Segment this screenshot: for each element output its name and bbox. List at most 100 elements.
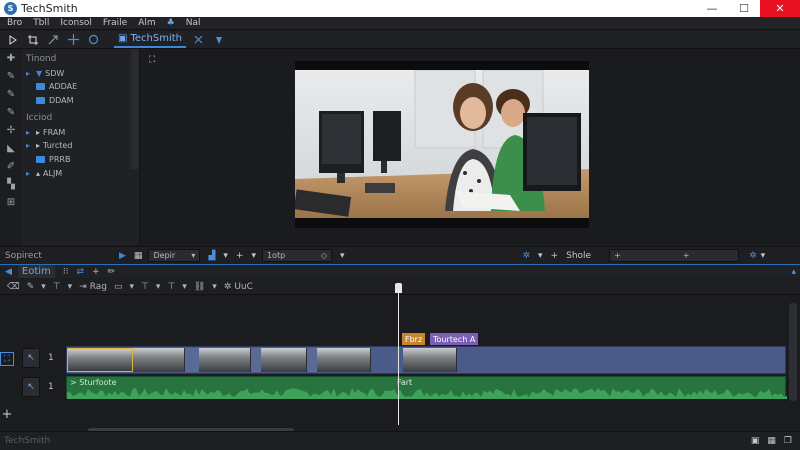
maximize-button[interactable]: ☐ bbox=[728, 0, 760, 17]
arrow-icon[interactable]: ⇥ bbox=[79, 282, 87, 292]
zoom-select[interactable]: 1otp ◇ bbox=[261, 249, 332, 262]
clip-thumbnail bbox=[133, 348, 185, 372]
expand-icon[interactable]: ▸ bbox=[26, 128, 36, 137]
expand-icon[interactable]: ▸ bbox=[26, 169, 36, 178]
chart-icon[interactable]: ▟ bbox=[208, 251, 215, 261]
dropdown-icon[interactable]: ▾ bbox=[182, 282, 187, 292]
uuc-label[interactable]: UuC bbox=[234, 282, 253, 292]
menu-extra-icon[interactable]: ♣ bbox=[167, 18, 175, 28]
dropdown-icon[interactable]: ▾ bbox=[41, 282, 46, 292]
dropdown-icon[interactable]: ▾ bbox=[156, 282, 161, 292]
pin-icon[interactable] bbox=[212, 33, 226, 47]
clip-gap bbox=[307, 348, 317, 372]
menu-item-5[interactable]: Alm bbox=[138, 18, 155, 28]
grid-icon[interactable]: ⊞ bbox=[0, 193, 22, 211]
media-scrollbar[interactable] bbox=[131, 49, 139, 169]
move-icon[interactable] bbox=[66, 33, 80, 47]
tab-techsmith[interactable]: ▣ TechSmith bbox=[114, 32, 186, 48]
pen-icon-3[interactable]: ✎ bbox=[0, 103, 22, 121]
menu-item-2[interactable]: Tbll bbox=[33, 18, 49, 28]
dropdown-icon[interactable]: ▾ bbox=[130, 282, 135, 292]
menu-item-1[interactable]: Bro bbox=[7, 18, 22, 28]
tool-icon[interactable]: ✐ bbox=[0, 157, 22, 175]
menu-item-4[interactable]: Fraile bbox=[103, 18, 127, 28]
close-button[interactable]: ✕ bbox=[760, 0, 800, 17]
animal-icon[interactable]: ◣ bbox=[0, 139, 22, 157]
dropdown-icon[interactable]: ▾ bbox=[538, 251, 543, 261]
copy-icon[interactable]: ❐ bbox=[784, 436, 792, 446]
share-label[interactable]: Shole bbox=[566, 251, 591, 261]
brush-icon[interactable]: ✏ bbox=[108, 267, 116, 277]
clip-tag[interactable]: Fbrz bbox=[402, 333, 426, 345]
fullscreen-icon[interactable]: ⛶ bbox=[149, 55, 155, 65]
add-icon[interactable]: + bbox=[236, 251, 244, 261]
marker-icon[interactable]: ⊤ bbox=[141, 282, 149, 292]
dropdown-icon[interactable]: ▾ bbox=[340, 251, 345, 261]
dropdown-icon[interactable]: ▾ bbox=[68, 282, 73, 292]
settings-icon[interactable]: ✲ bbox=[523, 251, 531, 261]
media-row[interactable]: ▸ ▸ FRAM bbox=[26, 126, 130, 138]
audio-waveform bbox=[67, 388, 787, 399]
play-back-icon[interactable]: ◀ bbox=[5, 267, 12, 277]
dropdown-icon[interactable]: ▾ bbox=[223, 251, 228, 261]
track-select-button[interactable]: ↖ bbox=[22, 348, 40, 368]
dropdown-icon[interactable]: ▾ bbox=[251, 251, 256, 261]
snap-icon[interactable]: ⁝⁝ bbox=[63, 267, 69, 277]
grid-icon[interactable]: ▦ bbox=[767, 436, 776, 446]
crop-icon[interactable] bbox=[26, 33, 40, 47]
position-field[interactable]: + + bbox=[609, 249, 740, 262]
move-icon-small[interactable]: ✢ bbox=[0, 121, 22, 139]
arrow-icon[interactable] bbox=[6, 33, 20, 47]
ripple-icon[interactable]: ⌫ bbox=[7, 282, 20, 292]
settings-icon[interactable]: ✲ bbox=[749, 251, 757, 261]
expand-icon[interactable]: ▸ bbox=[26, 69, 36, 78]
timeline-vertical-scrollbar[interactable] bbox=[789, 303, 797, 401]
marker-icon[interactable]: ⊤ bbox=[53, 282, 61, 292]
dropdown-icon[interactable]: ▾ bbox=[761, 251, 766, 261]
split-icon[interactable]: ⇄ bbox=[77, 267, 85, 277]
track-select-icon[interactable]: ⛶ bbox=[0, 352, 14, 366]
crosshair-icon[interactable]: + bbox=[92, 267, 100, 277]
menu-item-3[interactable]: Iconsol bbox=[60, 18, 92, 28]
add-icon[interactable]: + bbox=[551, 251, 559, 261]
media-row[interactable]: PRRB bbox=[36, 153, 140, 165]
frame-icon[interactable]: ▭ bbox=[114, 282, 123, 292]
audio-clip[interactable]: > Sturfoote Fart bbox=[66, 376, 787, 399]
canvas-icon: ▣ bbox=[118, 33, 128, 44]
track-select-button[interactable]: ↖ bbox=[22, 377, 40, 397]
tab-timeline[interactable]: Eotim bbox=[17, 265, 55, 278]
canvas-preview: ⛶ bbox=[141, 49, 800, 245]
marker-icon[interactable]: ⊤ bbox=[167, 282, 175, 292]
media-row[interactable]: ADDAE bbox=[36, 80, 140, 92]
settings-icon[interactable]: ✲ bbox=[224, 282, 232, 292]
media-row[interactable]: ▸ ▸ Turcted bbox=[26, 139, 130, 151]
grid-icon[interactable]: ▦ bbox=[134, 251, 143, 261]
dropdown-icon[interactable]: ▾ bbox=[212, 282, 217, 292]
pan-icon[interactable] bbox=[46, 33, 60, 47]
minimize-button[interactable]: — bbox=[696, 0, 728, 17]
media-row[interactable]: DDAM bbox=[36, 94, 140, 106]
clip-tag[interactable]: Tourtech A bbox=[430, 333, 479, 345]
save-icon[interactable]: ▣ bbox=[751, 436, 760, 446]
expand-icon[interactable]: ▸ bbox=[26, 141, 36, 150]
link-icon[interactable]: ⛓ bbox=[194, 282, 205, 292]
properties-label: Sopirect bbox=[5, 250, 42, 261]
video-clip[interactable] bbox=[66, 346, 786, 374]
playhead-line[interactable] bbox=[398, 287, 399, 425]
video-preview-frame[interactable] bbox=[293, 61, 589, 228]
menu-item-extra[interactable]: Nal bbox=[186, 18, 201, 28]
media-row[interactable]: ▸ ▼ SDW bbox=[26, 67, 130, 79]
pen-icon[interactable]: ✎ bbox=[0, 67, 22, 85]
brush-icon[interactable]: ✎ bbox=[27, 282, 35, 292]
canvas-size-select[interactable]: Depir ▾ bbox=[148, 249, 201, 262]
group-icon[interactable]: ▚ bbox=[0, 175, 22, 193]
collapse-icon[interactable]: ▴ bbox=[791, 267, 796, 277]
pen-icon-2[interactable]: ✎ bbox=[0, 85, 22, 103]
media-row[interactable]: ▸ ▴ ALJM bbox=[26, 167, 130, 179]
add-media-icon[interactable]: ✚ bbox=[0, 49, 22, 67]
close-tab-icon[interactable] bbox=[192, 33, 206, 47]
rag-label[interactable]: Rag bbox=[90, 282, 107, 292]
add-track-icon[interactable]: + bbox=[0, 405, 14, 423]
zoom-icon[interactable] bbox=[86, 33, 100, 47]
play-icon[interactable]: ▶ bbox=[119, 251, 126, 261]
